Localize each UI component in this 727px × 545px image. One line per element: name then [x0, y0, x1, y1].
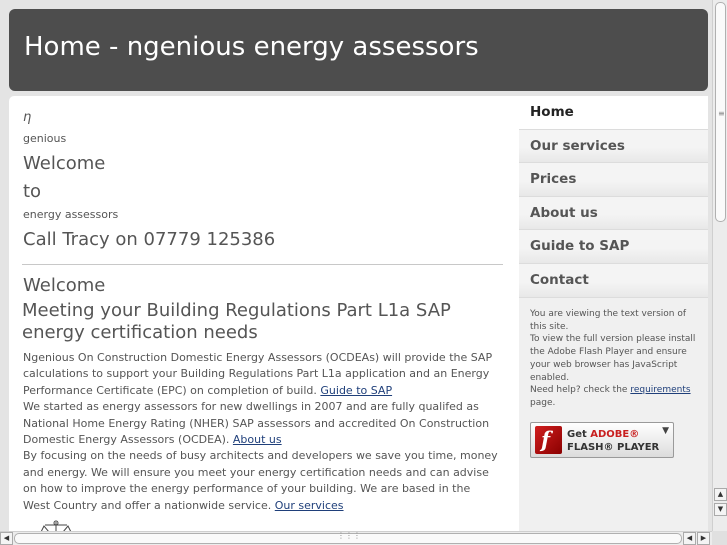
phone-line: Call Tracy on 07779 125386 — [23, 229, 276, 250]
section-heading: Meeting your Building Regulations Part L… — [22, 300, 451, 343]
flash-product-label: FLASH® PLAYER — [567, 442, 660, 453]
scroll-up-icon[interactable]: ▲ — [714, 488, 727, 501]
flash-notice: You are viewing the text version of this… — [530, 308, 698, 410]
welcome-line-2: to — [23, 181, 42, 202]
horizontal-scroll-thumb[interactable]: ⋮⋮⋮ — [14, 531, 682, 544]
section-title: Welcome — [23, 275, 106, 296]
flash-adobe-label: ADOBE® — [590, 429, 640, 440]
nav-label: Home — [530, 104, 574, 120]
nav-item-contact[interactable]: Contact — [519, 263, 708, 298]
site-header: Home - ngenious energy assessors — [9, 9, 708, 91]
vertical-scrollbar[interactable]: ≡ ▲ ▼ — [712, 0, 727, 531]
nav-label: Prices — [530, 171, 577, 188]
nav-label: Our services — [530, 137, 625, 154]
download-arrow-icon: ▼ — [662, 426, 669, 436]
main-content: η genious Welcome to energy assessors Ca… — [9, 96, 519, 532]
nav-label: Contact — [530, 271, 589, 288]
nav-item-home[interactable]: Home — [519, 96, 708, 130]
scrollbar-corner — [712, 531, 727, 545]
horizontal-scrollbar[interactable]: ◀ ⋮⋮⋮ ◀ ▶ — [0, 531, 712, 545]
about-us-link[interactable]: About us — [233, 433, 282, 446]
get-flash-player-button[interactable]: f Get ADOBE® FLASH® PLAYER ▼ — [530, 422, 674, 458]
flash-get-label: Get — [567, 429, 587, 440]
welcome-line-1: Welcome — [23, 153, 106, 174]
tagline: energy assessors — [23, 208, 119, 221]
flash-note-3a: Need help? check the — [530, 385, 628, 396]
flash-note-2: To view the full version please install … — [530, 334, 696, 383]
logo-symbol: η — [23, 110, 32, 125]
body-text: Ngenious On Construction Domestic Energy… — [23, 350, 499, 514]
flash-icon: f — [535, 426, 562, 454]
paragraph-3: By focusing on the needs of busy archite… — [23, 449, 498, 512]
flash-note-1: You are viewing the text version of this… — [530, 309, 687, 332]
nav-item-our-services[interactable]: Our services — [519, 129, 708, 164]
nav-item-about-us[interactable]: About us — [519, 196, 708, 231]
our-services-link[interactable]: Our services — [275, 499, 344, 512]
scroll-left-icon[interactable]: ◀ — [0, 532, 13, 545]
sidebar: Home Our services Prices About us Guide … — [519, 96, 708, 532]
nav-label: About us — [530, 204, 598, 221]
scroll-right-icon[interactable]: ▶ — [697, 532, 710, 545]
scroll-down-icon[interactable]: ▼ — [714, 503, 727, 516]
nav-item-prices[interactable]: Prices — [519, 163, 708, 197]
nav-label: Guide to SAP — [530, 238, 630, 255]
divider — [22, 264, 503, 265]
requirements-link[interactable]: requirements — [630, 385, 690, 395]
logo-word: genious — [23, 132, 67, 145]
vertical-scroll-thumb[interactable]: ≡ — [715, 2, 726, 222]
page-title: Home - ngenious energy assessors — [24, 32, 479, 62]
paragraph-1: Ngenious On Construction Domestic Energy… — [23, 351, 493, 397]
nav-item-guide-to-sap[interactable]: Guide to SAP — [519, 230, 708, 264]
guide-to-sap-link[interactable]: Guide to SAP — [320, 384, 392, 397]
flash-note-3b: page. — [530, 397, 556, 408]
scroll-left-icon-2[interactable]: ◀ — [683, 532, 696, 545]
